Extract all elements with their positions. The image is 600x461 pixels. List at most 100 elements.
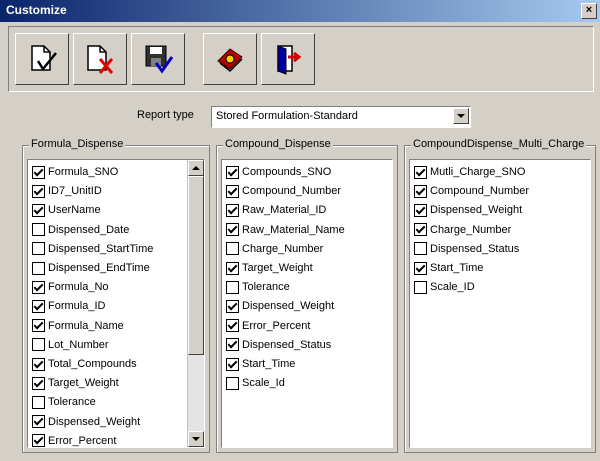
checkbox-checked[interactable] <box>414 261 427 275</box>
checkbox-unchecked[interactable] <box>32 338 45 352</box>
checkbox-item[interactable]: Dispensed_StartTime <box>32 240 153 258</box>
accept-check-button[interactable] <box>15 33 69 85</box>
group-title: CompoundDispense_Multi_Charge <box>411 138 587 150</box>
checkbox-checked[interactable] <box>32 280 45 294</box>
checkbox-checked[interactable] <box>226 165 239 179</box>
chevron-down-icon[interactable] <box>453 108 469 124</box>
checkbox-label: Error_Percent <box>48 434 117 447</box>
checkbox-checked[interactable] <box>226 184 239 198</box>
report-type-value: Stored Formulation-Standard <box>216 110 358 122</box>
checkbox-checked[interactable] <box>32 376 45 390</box>
checkbox-unchecked[interactable] <box>226 280 239 294</box>
checkbox-checked[interactable] <box>32 415 45 429</box>
checkbox-item[interactable]: Scale_Id <box>226 374 285 392</box>
checkbox-item[interactable]: ID7_UnitID <box>32 182 102 200</box>
checkbox-item[interactable]: Formula_SNO <box>32 163 118 181</box>
checkbox-checked[interactable] <box>32 357 45 371</box>
checkbox-checked[interactable] <box>226 203 239 217</box>
document-check-icon <box>31 45 57 72</box>
checkbox-checked[interactable] <box>414 203 427 217</box>
checkbox-label: Target_Weight <box>242 262 313 274</box>
checkbox-checked[interactable] <box>32 434 45 447</box>
checkbox-item[interactable]: Start_Time <box>226 355 295 373</box>
checkbox-item[interactable]: Formula_Name <box>32 317 124 335</box>
checkbox-label: Scale_ID <box>430 281 475 294</box>
checkbox-item[interactable]: Dispensed_Status <box>226 336 331 354</box>
checkbox-item[interactable]: Lot_Number <box>32 336 109 354</box>
checkbox-item[interactable]: Dispensed_Weight <box>32 413 140 431</box>
checkbox-item[interactable]: Raw_Material_Name <box>226 221 345 239</box>
checkbox-label: Dispensed_Status <box>242 338 332 351</box>
checkbox-item[interactable]: Raw_Material_ID <box>226 201 326 219</box>
checkbox-unchecked[interactable] <box>32 242 45 256</box>
save-button[interactable] <box>131 33 185 85</box>
floppy-check-icon <box>145 45 174 74</box>
checkbox-item[interactable]: Dispensed_Date <box>32 221 129 239</box>
checkbox-item[interactable]: Dispensed_Status <box>414 240 519 258</box>
checkbox-item[interactable]: Compound_Number <box>226 182 341 200</box>
checkbox-item[interactable]: Dispensed_Weight <box>226 297 334 315</box>
checkbox-checked[interactable] <box>414 165 427 179</box>
checkbox-item[interactable]: Dispensed_EndTime <box>32 259 150 277</box>
checkbox-checked[interactable] <box>32 299 45 313</box>
checkbox-item[interactable]: Target_Weight <box>226 259 313 277</box>
checkbox-item[interactable]: Formula_No <box>32 278 109 296</box>
checkbox-item[interactable]: Dispensed_Weight <box>414 201 522 219</box>
checkbox-checked[interactable] <box>226 338 239 352</box>
checkbox-checked[interactable] <box>32 165 45 179</box>
checkbox-item[interactable]: Error_Percent <box>32 432 117 447</box>
checkbox-item[interactable]: Target_Weight <box>32 374 119 392</box>
checkbox-checked[interactable] <box>226 299 239 313</box>
checkbox-item[interactable]: Start_Time <box>414 259 483 277</box>
checkbox-label: Compound_Number <box>242 185 342 198</box>
checkbox-item[interactable]: Charge_Number <box>414 221 511 239</box>
help-button[interactable] <box>203 33 257 85</box>
checkbox-item[interactable]: UserName <box>32 201 101 219</box>
checkbox-checked[interactable] <box>32 203 45 217</box>
checkbox-item[interactable]: Formula_ID <box>32 297 105 315</box>
checkbox-unchecked[interactable] <box>32 223 45 237</box>
reject-button[interactable] <box>73 33 127 85</box>
checkbox-item[interactable]: Compounds_SNO <box>226 163 331 181</box>
checkbox-item[interactable]: Tolerance <box>32 393 96 411</box>
checkbox-label: Target_Weight <box>48 377 119 390</box>
scroll-thumb[interactable] <box>188 176 204 355</box>
checkbox-unchecked[interactable] <box>32 261 45 275</box>
checkbox-label: Charge_Number <box>430 223 512 236</box>
checkbox-item[interactable]: Tolerance <box>226 278 290 296</box>
checkbox-label: Dispensed_StartTime <box>48 242 154 255</box>
checkbox-label: Total_Compounds <box>48 358 137 370</box>
checkbox-unchecked[interactable] <box>414 242 427 256</box>
book-icon <box>217 48 243 73</box>
title-bar: Customize × <box>0 0 600 22</box>
checkbox-checked[interactable] <box>32 184 45 198</box>
checkbox-item[interactable]: Compound_Number <box>414 182 529 200</box>
scroll-up-button[interactable] <box>188 160 204 176</box>
checkbox-unchecked[interactable] <box>32 395 45 409</box>
checkbox-checked[interactable] <box>226 223 239 237</box>
checkbox-label: Dispensed_EndTime <box>48 262 150 274</box>
checkbox-item[interactable]: Charge_Number <box>226 240 323 258</box>
checkbox-checked[interactable] <box>414 223 427 237</box>
checkbox-label: Raw_Material_ID <box>242 204 327 217</box>
checkbox-item[interactable]: Total_Compounds <box>32 355 137 373</box>
scroll-down-button[interactable] <box>188 431 204 447</box>
checkbox-unchecked[interactable] <box>414 280 427 294</box>
exit-button[interactable] <box>261 33 315 85</box>
report-type-select[interactable]: Stored Formulation-Standard <box>211 106 471 128</box>
scrollbar[interactable] <box>187 160 204 447</box>
checkbox-checked[interactable] <box>414 184 427 198</box>
checkbox-unchecked[interactable] <box>226 242 239 256</box>
checkbox-checked[interactable] <box>32 319 45 333</box>
checkbox-item[interactable]: Mutli_Charge_SNO <box>414 163 525 181</box>
checkbox-checked[interactable] <box>226 261 239 275</box>
toolbar <box>8 26 594 92</box>
checkbox-item[interactable]: Error_Percent <box>226 317 310 335</box>
checkbox-unchecked[interactable] <box>226 376 239 390</box>
checkbox-label: Dispensed_Date <box>48 223 130 236</box>
checkbox-checked[interactable] <box>226 357 239 371</box>
checkbox-checked[interactable] <box>226 319 239 333</box>
multi-charge-group: CompoundDispense_Multi_Charge Mutli_Char… <box>404 138 596 453</box>
checkbox-item[interactable]: Scale_ID <box>414 278 475 296</box>
close-button[interactable]: × <box>581 3 597 19</box>
